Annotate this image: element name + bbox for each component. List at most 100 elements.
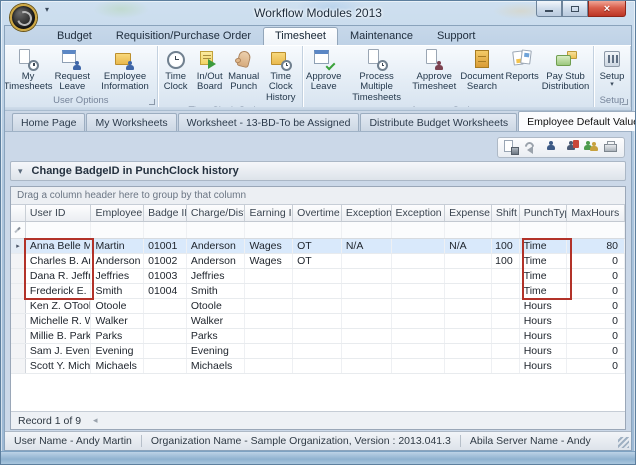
- grid-cell[interactable]: [342, 254, 392, 268]
- column-header[interactable]: User ID: [26, 205, 92, 221]
- process-multiple-timesheets-button[interactable]: Process Multiple Timesheets: [344, 47, 410, 105]
- grid-cell[interactable]: 0: [567, 359, 625, 373]
- resize-grip[interactable]: [618, 437, 629, 448]
- dialog-launcher-icon[interactable]: [622, 99, 628, 105]
- grid-cell[interactable]: 0: [567, 344, 625, 358]
- grid-cell[interactable]: Walker: [187, 314, 246, 328]
- record-nav-prev-icon[interactable]: ◂: [93, 415, 98, 426]
- table-row[interactable]: Michelle R. WalkerWalkerWalkerHours0: [11, 314, 625, 329]
- grid-cell[interactable]: [445, 329, 492, 343]
- grid-cell[interactable]: [492, 344, 520, 358]
- close-button[interactable]: ×: [588, 1, 626, 17]
- column-header[interactable]: Badge ID: [144, 205, 187, 221]
- grid-cell[interactable]: [392, 284, 446, 298]
- grid-cell[interactable]: 01002: [144, 254, 187, 268]
- grid-cell[interactable]: [392, 269, 446, 283]
- grid-cell[interactable]: 0: [567, 329, 625, 343]
- grid-cell[interactable]: [245, 344, 293, 358]
- in-out-board-button[interactable]: In/Out Board: [193, 47, 227, 95]
- grid-cell[interactable]: Millie B. Parks: [26, 329, 92, 343]
- ribbon-tab-maintenance[interactable]: Maintenance: [338, 27, 425, 45]
- printer-icon[interactable]: [603, 140, 619, 155]
- grid-cell[interactable]: [392, 314, 446, 328]
- tab-worksheet-13bd[interactable]: Worksheet - 13-BD-To be Assigned: [178, 113, 360, 131]
- grid-cell[interactable]: [392, 359, 446, 373]
- grid-cell[interactable]: [492, 359, 520, 373]
- grid-cell[interactable]: [492, 284, 520, 298]
- ribbon-tab-support[interactable]: Support: [425, 27, 488, 45]
- grid-cell[interactable]: Hours: [520, 299, 568, 313]
- table-row[interactable]: Sam J. EveningEveningEveningHours0: [11, 344, 625, 359]
- grid-cell[interactable]: Hours: [520, 329, 568, 343]
- grid-cell[interactable]: 0: [567, 284, 625, 298]
- grid-cell[interactable]: Anna Belle Martin: [26, 239, 92, 253]
- column-header[interactable]: Charge/Dist ID: [187, 205, 246, 221]
- grid-cell[interactable]: Anderson: [187, 239, 246, 253]
- grid-cell[interactable]: [342, 359, 392, 373]
- tab-home-page[interactable]: Home Page: [12, 113, 85, 131]
- filter-cell[interactable]: [342, 222, 392, 238]
- grid-cell[interactable]: [245, 299, 293, 313]
- minimize-button[interactable]: [536, 1, 562, 17]
- grid-filter-row[interactable]: [11, 222, 625, 239]
- grid-cell[interactable]: [293, 269, 342, 283]
- grid-cell[interactable]: [293, 299, 342, 313]
- reports-button[interactable]: Reports: [505, 47, 539, 84]
- grid-cell[interactable]: Martin: [91, 239, 144, 253]
- grid-cell[interactable]: [293, 314, 342, 328]
- grid-cell[interactable]: 80: [567, 239, 625, 253]
- grid-cell[interactable]: [445, 254, 492, 268]
- grid-cell[interactable]: [445, 344, 492, 358]
- grid-cell[interactable]: Anderson: [91, 254, 144, 268]
- grid-cell[interactable]: [245, 359, 293, 373]
- grid-cell[interactable]: [144, 314, 187, 328]
- grid-cell[interactable]: [445, 284, 492, 298]
- grid-cell[interactable]: [245, 314, 293, 328]
- column-header[interactable]: MaxHours: [567, 205, 625, 221]
- ribbon-tab-requisition[interactable]: Requisition/Purchase Order: [104, 27, 263, 45]
- grid-cell[interactable]: [392, 239, 446, 253]
- tab-my-worksheets[interactable]: My Worksheets: [86, 113, 176, 131]
- employee-information-button[interactable]: Employee Information: [94, 47, 155, 95]
- grid-cell[interactable]: [245, 329, 293, 343]
- grid-cell[interactable]: [245, 284, 293, 298]
- grid-cell[interactable]: Charles B. Anderson: [26, 254, 92, 268]
- title-bar[interactable]: ▾ Workflow Modules 2013 ×: [1, 1, 635, 25]
- grid-cell[interactable]: Evening: [91, 344, 144, 358]
- grid-cell[interactable]: [492, 299, 520, 313]
- user-red-icon[interactable]: [563, 140, 579, 155]
- group-by-bar[interactable]: Drag a column header here to group by th…: [11, 187, 625, 205]
- grid-cell[interactable]: [445, 269, 492, 283]
- approve-timesheet-button[interactable]: Approve Timesheet: [410, 47, 459, 95]
- grid-cell[interactable]: Otoole: [187, 299, 246, 313]
- grid-cell[interactable]: [392, 344, 446, 358]
- filter-cell[interactable]: [26, 222, 92, 238]
- grid-cell[interactable]: Parks: [91, 329, 144, 343]
- grid-cell[interactable]: [144, 299, 187, 313]
- grid-cell[interactable]: OT: [293, 239, 342, 253]
- grid-cell[interactable]: [293, 284, 342, 298]
- grid-cell[interactable]: OT: [293, 254, 342, 268]
- column-header[interactable]: Exception A: [342, 205, 392, 221]
- table-row[interactable]: Charles B. AndersonAnderson01002Anderson…: [11, 254, 625, 269]
- grid-cell[interactable]: Wages: [245, 254, 293, 268]
- approve-leave-button[interactable]: Approve Leave: [304, 47, 344, 95]
- grid-cell[interactable]: [342, 329, 392, 343]
- user-icon[interactable]: [543, 140, 559, 155]
- filter-cell[interactable]: [293, 222, 342, 238]
- time-clock-history-button[interactable]: Time Clock History: [261, 47, 301, 105]
- filter-cell[interactable]: [91, 222, 144, 238]
- filter-cell[interactable]: [520, 222, 568, 238]
- table-row[interactable]: Scott Y. MichaelsMichaelsMichaelsHours0: [11, 359, 625, 374]
- grid-cell[interactable]: [144, 329, 187, 343]
- grid-cell[interactable]: [342, 344, 392, 358]
- grid-cell[interactable]: [342, 299, 392, 313]
- table-row[interactable]: Dana R. JeffriesJeffries01003JeffriesTim…: [11, 269, 625, 284]
- grid-cell[interactable]: Smith: [187, 284, 246, 298]
- grid-cell[interactable]: Otoole: [91, 299, 144, 313]
- column-header[interactable]: Employee ID: [91, 205, 144, 221]
- grid-cell[interactable]: 0: [567, 314, 625, 328]
- grid-cell[interactable]: N/A: [445, 239, 492, 253]
- column-header[interactable]: Exception B: [392, 205, 446, 221]
- request-leave-button[interactable]: Request Leave: [50, 47, 94, 95]
